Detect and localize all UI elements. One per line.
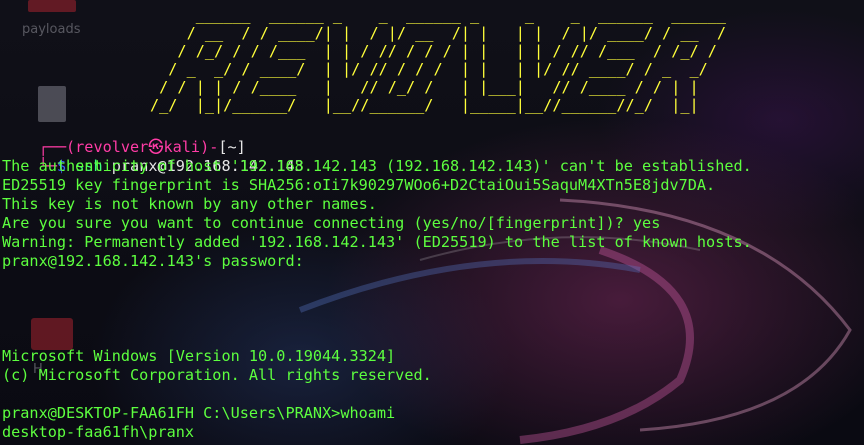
windows-prompt-line: pranx@DESKTOP-FAA61FH C:\Users\PRANX>who…: [2, 404, 396, 422]
output-line: desktop-faa61fh\pranx: [2, 423, 195, 441]
password-prompt: pranx@192.168.142.143's password:: [2, 252, 304, 270]
output-line: Microsoft Windows [Version 10.0.19044.33…: [2, 347, 396, 365]
terminal-window[interactable]: ______ ______ _ _ ______ _ _ _ ______ __…: [0, 0, 864, 445]
output-line: Are you sure you want to continue connec…: [2, 214, 661, 232]
output-line: ED25519 key fingerprint is SHA256:oIi7k9…: [2, 176, 716, 194]
ascii-banner: ______ ______ _ _ ______ _ _ _ ______ __…: [150, 6, 727, 114]
output-line: This key is not known by any other names…: [2, 195, 377, 213]
output-line: (c) Microsoft Corporation. All rights re…: [2, 366, 432, 384]
output-line: The authenticity of host '192.168.142.14…: [2, 157, 752, 175]
output-line: Warning: Permanently added '192.168.142.…: [2, 233, 752, 251]
